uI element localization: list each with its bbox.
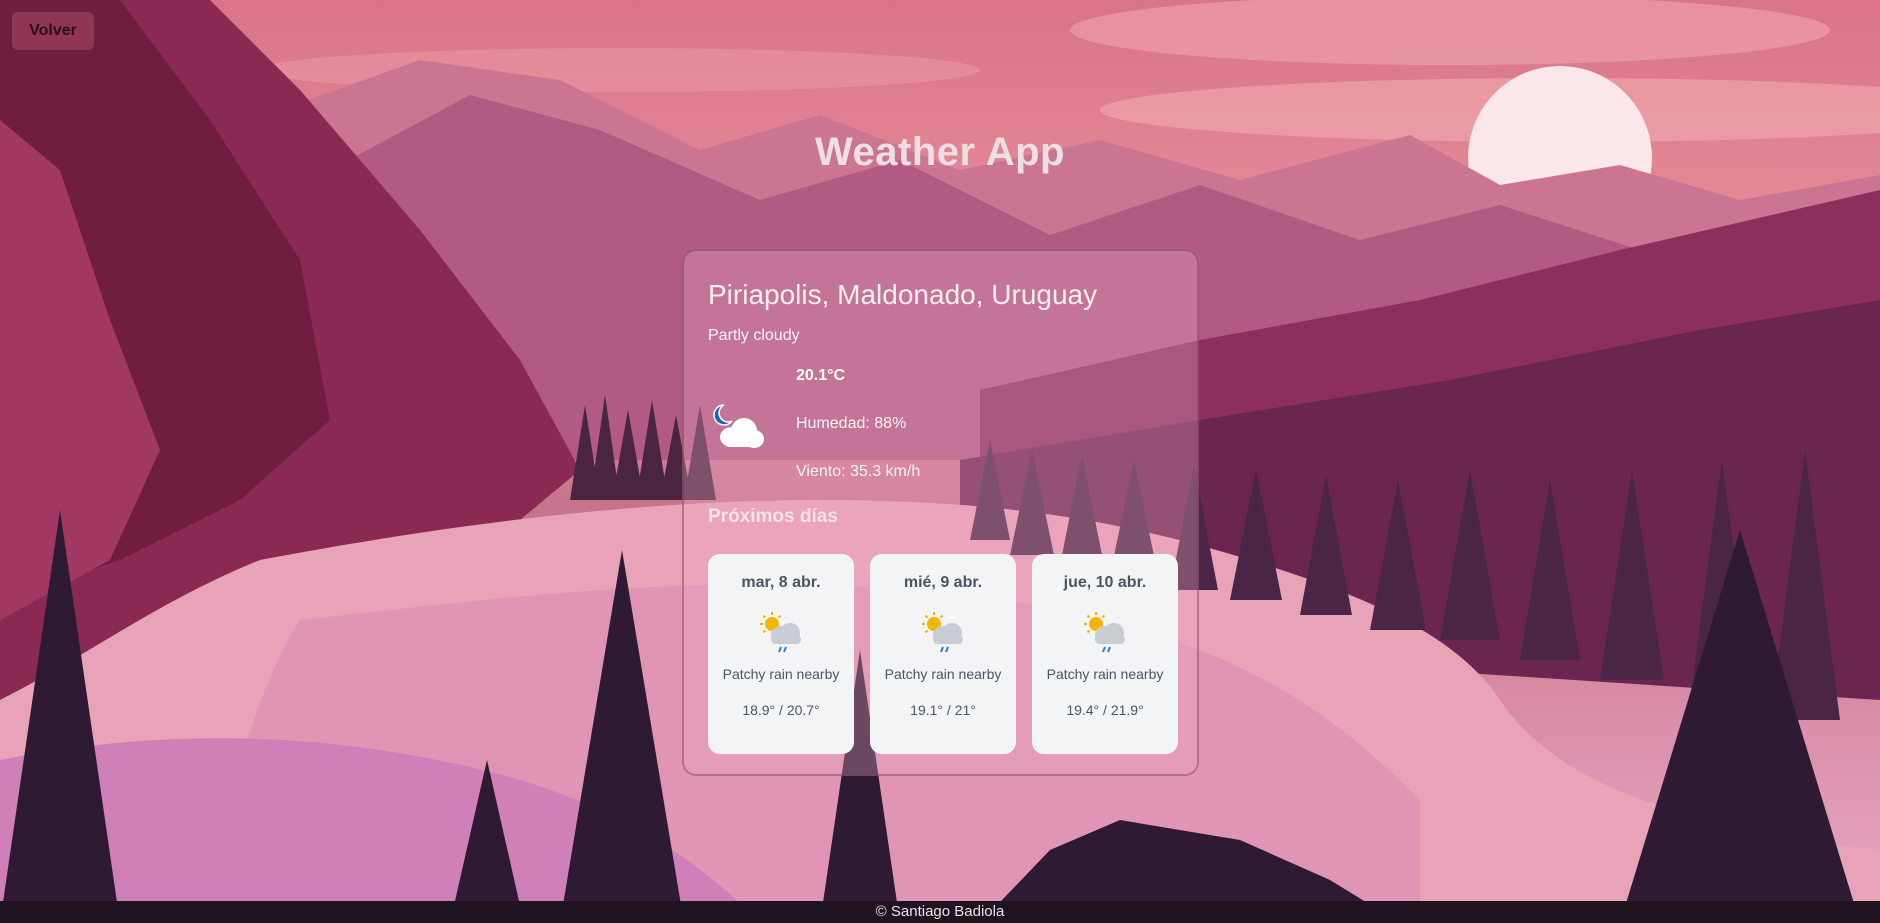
weather-card: Piriapolis, Maldonado, Uruguay Partly cl… bbox=[682, 249, 1199, 776]
partly-cloudy-night-icon bbox=[713, 404, 764, 448]
forecast-day-card: jue, 10 abr. Patchy rain nearby 19.4° / bbox=[1032, 554, 1178, 754]
forecast-day-card: mié, 9 abr. Patchy rain nearby 19.1° / 2… bbox=[870, 554, 1016, 754]
forecast-condition: Patchy rain nearby bbox=[722, 666, 840, 682]
forecast-condition: Patchy rain nearby bbox=[1046, 666, 1164, 682]
forecast-temp-range: 18.9° / 20.7° bbox=[742, 702, 820, 718]
patchy-rain-icon bbox=[760, 612, 801, 653]
forecast-condition: Patchy rain nearby bbox=[884, 666, 1002, 682]
app-title: Weather App bbox=[815, 130, 1065, 174]
app-root: Volver Weather App Piriapolis, Maldonado… bbox=[0, 0, 1880, 923]
current-temperature: 20.1°C bbox=[796, 367, 846, 384]
back-button[interactable]: Volver bbox=[12, 12, 94, 50]
location-name: Piriapolis, Maldonado, Uruguay bbox=[708, 279, 1098, 310]
current-wind: Viento: 35.3 km/h bbox=[796, 463, 921, 480]
forecast-date: mié, 9 abr. bbox=[903, 574, 983, 591]
forecast-date: mar, 8 abr. bbox=[741, 574, 821, 591]
forecast-temp-range: 19.4° / 21.9° bbox=[1066, 702, 1144, 718]
forecast-temp-range: 19.1° / 21° bbox=[910, 702, 976, 718]
current-condition: Partly cloudy bbox=[708, 327, 800, 344]
forecast-title: Próximos días bbox=[708, 506, 838, 527]
forecast-date: jue, 10 abr. bbox=[1063, 574, 1147, 591]
forecast-day-card: mar, 8 abr. Patchy rain nearby 18.9° / 2… bbox=[708, 554, 854, 754]
footer-credit: © Santiago Badiola bbox=[0, 901, 1880, 923]
current-humidity: Humedad: 88% bbox=[796, 415, 907, 432]
patchy-rain-icon bbox=[1084, 612, 1125, 653]
patchy-rain-icon bbox=[922, 612, 963, 653]
forecast-list: mar, 8 abr. Patchy rain nearby 18.9° / 2… bbox=[708, 554, 1178, 754]
